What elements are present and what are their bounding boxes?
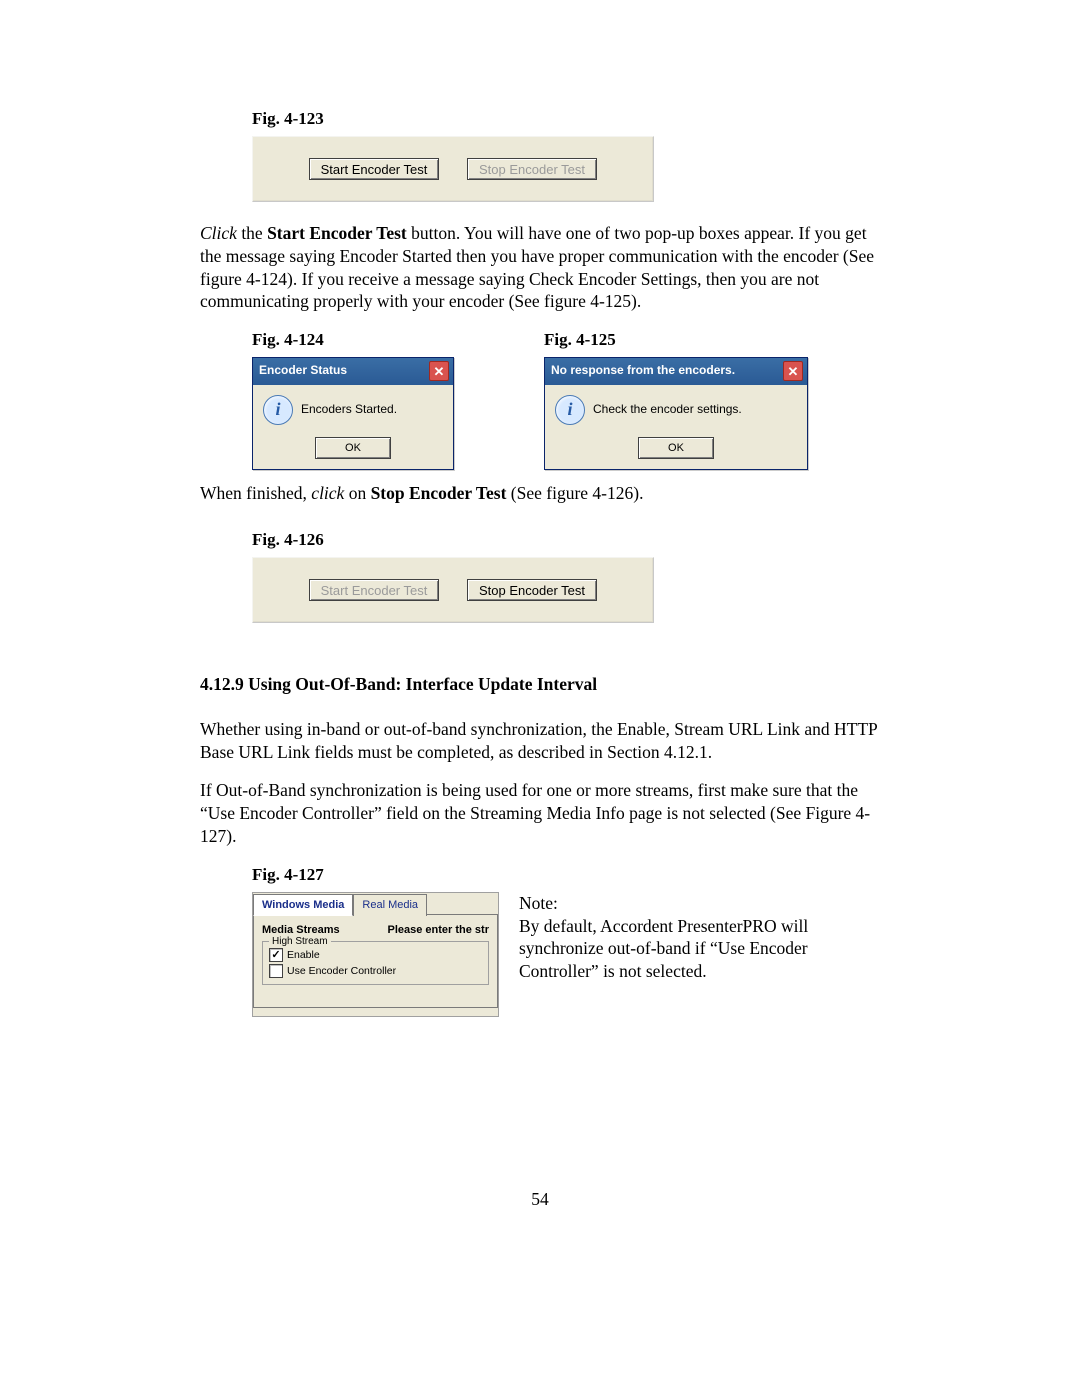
- dialog-body: i Check the encoder settings.: [545, 385, 807, 431]
- dialog-body: i Encoders Started.: [253, 385, 453, 431]
- tab-windows-media[interactable]: Windows Media: [253, 894, 353, 916]
- info-icon: i: [555, 395, 585, 425]
- instruction-paragraph-2: When finished, click on Stop Encoder Tes…: [200, 482, 890, 505]
- streaming-media-panel: Windows Media Real Media Media Streams P…: [252, 892, 499, 1017]
- media-tabs: Windows Media Real Media: [253, 893, 498, 915]
- close-icon[interactable]: ✕: [429, 361, 449, 381]
- instruction-paragraph-1: Click the Start Encoder Test button. You…: [200, 222, 890, 313]
- encoder-test-toolbar: Start Encoder Test Stop Encoder Test: [252, 136, 654, 202]
- dialog-message: Encoders Started.: [301, 402, 397, 418]
- figure-4-127-label-block: Fig. 4-127: [252, 864, 890, 886]
- dialog-figures-row: Fig. 4-124 Encoder Status ✕ i Encoders S…: [252, 329, 890, 470]
- ok-button[interactable]: OK: [638, 437, 714, 459]
- body-paragraph: If Out-of-Band synchronization is being …: [200, 779, 890, 847]
- encoder-status-dialog: Encoder Status ✕ i Encoders Started. OK: [252, 357, 454, 470]
- enable-checkbox[interactable]: ✓: [269, 948, 283, 962]
- start-encoder-test-button: Start Encoder Test: [309, 579, 439, 601]
- tab-panel: Media Streams Please enter the str High …: [253, 914, 498, 1008]
- dialog-titlebar: No response from the encoders. ✕: [545, 358, 807, 385]
- start-encoder-test-button[interactable]: Start Encoder Test: [309, 158, 439, 180]
- note-label: Note:: [519, 892, 879, 915]
- encoder-test-toolbar: Start Encoder Test Stop Encoder Test: [252, 557, 654, 623]
- no-response-dialog: No response from the encoders. ✕ i Check…: [544, 357, 808, 470]
- dialog-footer: OK: [545, 431, 807, 469]
- figure-label: Fig. 4-123: [252, 108, 890, 130]
- dialog-footer: OK: [253, 431, 453, 469]
- info-icon: i: [263, 395, 293, 425]
- figure-label: Fig. 4-126: [252, 529, 890, 551]
- section-heading: 4.12.9 Using Out-Of-Band: Interface Upda…: [200, 673, 890, 696]
- dialog-titlebar: Encoder Status ✕: [253, 358, 453, 385]
- start-encoder-test-label: Start Encoder Test: [267, 223, 407, 243]
- figure-4-125: Fig. 4-125 No response from the encoders…: [544, 329, 808, 470]
- enable-label: Enable: [287, 949, 320, 963]
- figure-label: Fig. 4-125: [544, 329, 808, 351]
- page-number: 54: [0, 1188, 1080, 1211]
- high-stream-group: High Stream ✓ Enable Use Encoder Control…: [262, 941, 489, 985]
- figure-label: Fig. 4-127: [252, 864, 890, 886]
- figure-label: Fig. 4-124: [252, 329, 454, 351]
- figure-4-126: Fig. 4-126 Start Encoder Test Stop Encod…: [252, 529, 890, 623]
- stop-encoder-test-label: Stop Encoder Test: [371, 483, 507, 503]
- group-title: High Stream: [269, 935, 331, 948]
- stream-prompt: Please enter the str: [388, 923, 490, 937]
- use-encoder-controller-checkbox[interactable]: [269, 964, 283, 978]
- figure-4-127: Windows Media Real Media Media Streams P…: [252, 892, 890, 1017]
- dialog-title-text: Encoder Status: [259, 363, 347, 379]
- click-word: Click: [200, 223, 237, 243]
- body-paragraph: Whether using in-band or out-of-band syn…: [200, 718, 890, 764]
- click-word: click: [311, 483, 344, 503]
- dialog-title-text: No response from the encoders.: [551, 363, 735, 379]
- close-icon[interactable]: ✕: [783, 361, 803, 381]
- note-text: By default, Accordent PresenterPRO will …: [519, 915, 879, 983]
- use-encoder-controller-label: Use Encoder Controller: [287, 965, 396, 979]
- stop-encoder-test-button: Stop Encoder Test: [467, 158, 597, 180]
- stop-encoder-test-button[interactable]: Stop Encoder Test: [467, 579, 597, 601]
- note-column: Note: By default, Accordent PresenterPRO…: [519, 892, 879, 983]
- figure-4-124: Fig. 4-124 Encoder Status ✕ i Encoders S…: [252, 329, 454, 470]
- ok-button[interactable]: OK: [315, 437, 391, 459]
- figure-4-123: Fig. 4-123 Start Encoder Test Stop Encod…: [252, 108, 890, 202]
- tab-real-media[interactable]: Real Media: [353, 894, 427, 916]
- dialog-message: Check the encoder settings.: [593, 402, 742, 418]
